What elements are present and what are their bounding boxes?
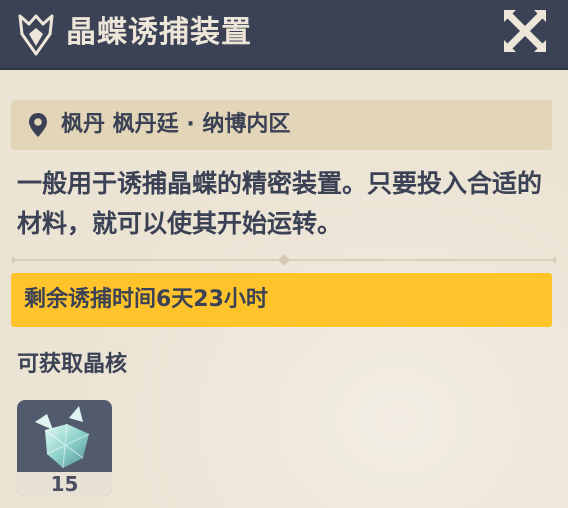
- obtainable-title: 可获取晶核: [17, 352, 128, 377]
- panel-header: 晶蝶诱捕装置: [0, 0, 568, 70]
- description-text: 一般用于诱捕晶蝶的精密装置。只要投入合适的材料，就可以使其开始运转。: [17, 169, 543, 238]
- map-pin-icon: [29, 113, 47, 137]
- crystal-core-icon: [35, 406, 90, 469]
- close-button[interactable]: [500, 6, 550, 56]
- page-title: 晶蝶诱捕装置: [66, 15, 252, 50]
- close-x-icon: [504, 10, 546, 52]
- location-text: 枫丹 枫丹廷 · 纳博内区: [61, 112, 291, 137]
- panel-content: 枫丹 枫丹廷 · 纳博内区 一般用于诱捕晶蝶的精密装置。只要投入合适的材料，就可…: [0, 70, 568, 508]
- remaining-time-bar: 剩余诱捕时间6天23小时: [11, 273, 552, 327]
- ornamental-divider: [12, 254, 556, 266]
- item-card-crystal-core[interactable]: 15: [17, 400, 112, 496]
- location-bar: 枫丹 枫丹廷 · 纳博内区: [11, 100, 552, 150]
- butterfly-emblem-icon: [18, 14, 54, 56]
- remaining-time-text: 剩余诱捕时间6天23小时: [24, 287, 268, 312]
- item-count: 15: [17, 472, 112, 496]
